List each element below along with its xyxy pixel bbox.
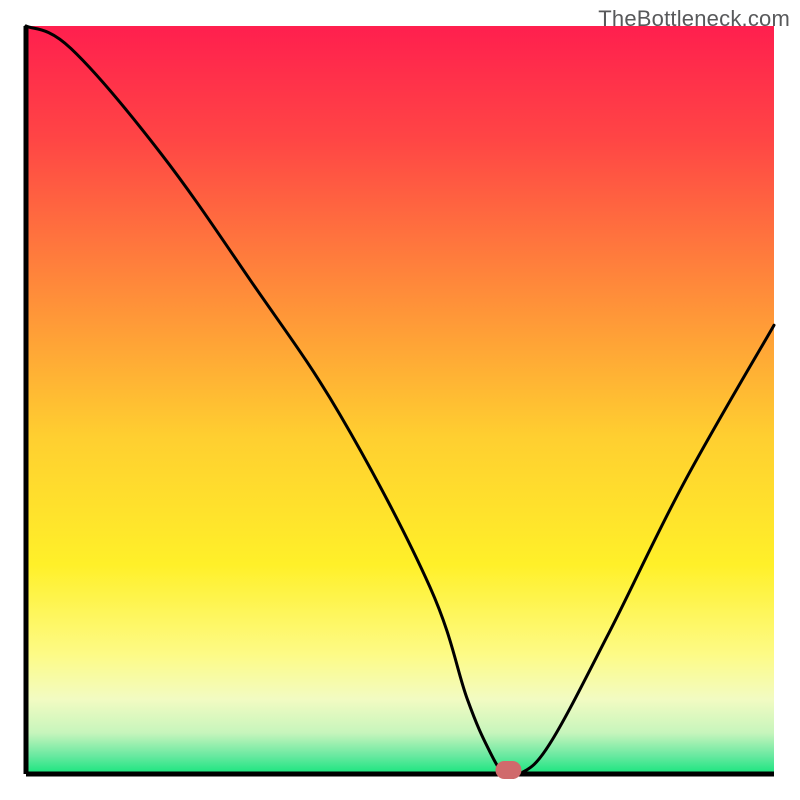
optimal-marker xyxy=(495,761,521,779)
plot-background xyxy=(26,26,774,774)
chart-container: TheBottleneck.com xyxy=(0,0,800,800)
watermark-text: TheBottleneck.com xyxy=(598,6,790,32)
bottleneck-chart xyxy=(0,0,800,800)
